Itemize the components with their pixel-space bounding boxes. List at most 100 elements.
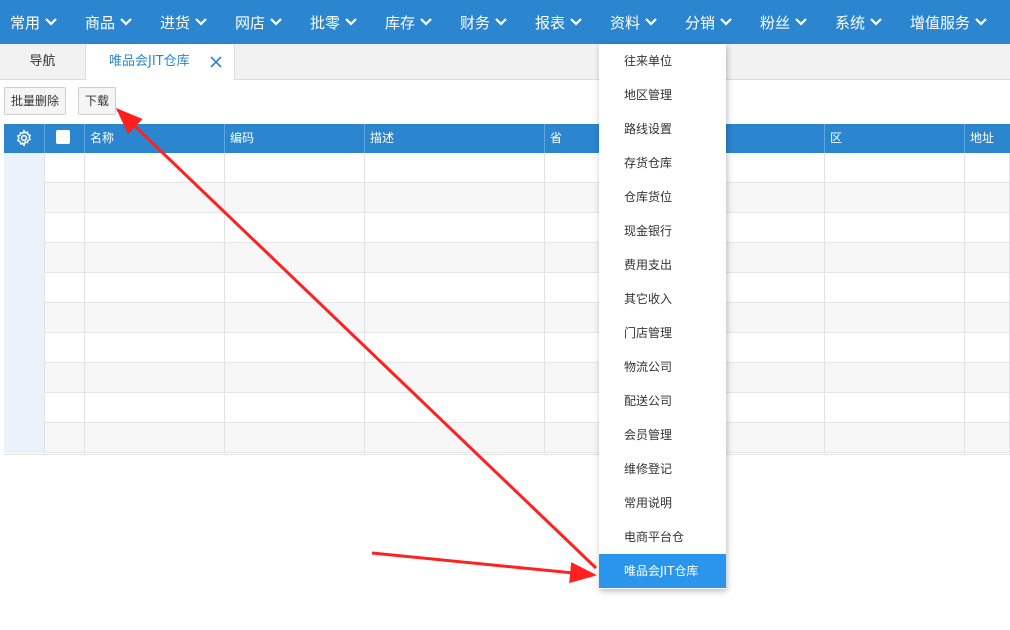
column-header-district[interactable]: 区 — [825, 124, 965, 153]
table-cell — [45, 363, 85, 393]
nav-item-reports[interactable]: 报表 — [535, 0, 582, 44]
nav-label: 进货 — [160, 14, 191, 32]
menu-item-expenses[interactable]: 费用支出 — [599, 248, 726, 282]
chevron-down-icon — [270, 17, 282, 26]
nav-label: 系统 — [835, 14, 866, 32]
column-settings[interactable] — [4, 124, 45, 153]
menu-item-member-management[interactable]: 会员管理 — [599, 418, 726, 452]
menu-item-cash-bank[interactable]: 现金银行 — [599, 214, 726, 248]
menu-item-stock-warehouse[interactable]: 存货仓库 — [599, 146, 726, 180]
nav-item-common[interactable]: 常用 — [10, 0, 57, 44]
chevron-down-icon — [795, 17, 807, 26]
table-cell — [365, 363, 545, 393]
nav-item-system[interactable]: 系统 — [835, 0, 882, 44]
menu-item-ecommerce-platform-warehouse[interactable]: 电商平台仓 — [599, 520, 726, 554]
table-cell — [45, 393, 85, 423]
table-cell — [225, 243, 365, 273]
menu-item-region-management[interactable]: 地区管理 — [599, 78, 726, 112]
chevron-down-icon — [570, 17, 582, 26]
table-cell — [225, 213, 365, 243]
table-cell — [45, 153, 85, 183]
nav-label: 常用 — [10, 14, 41, 32]
tab-bar: 导航 唯品会JIT仓库 — [0, 44, 1010, 80]
gear-icon[interactable] — [15, 129, 33, 147]
nav-label: 增值服务 — [910, 14, 971, 32]
menu-item-contacts[interactable]: 往来单位 — [599, 44, 726, 78]
column-header-name[interactable]: 名称 — [85, 124, 225, 153]
nav-item-purchase[interactable]: 进货 — [160, 0, 207, 44]
table-cell — [365, 333, 545, 363]
batch-delete-button[interactable]: 批量删除 — [4, 87, 67, 115]
menu-item-route-settings[interactable]: 路线设置 — [599, 112, 726, 146]
menu-item-store-management[interactable]: 门店管理 — [599, 316, 726, 350]
table-cell — [365, 243, 545, 273]
chevron-down-icon — [870, 17, 882, 26]
table-cell — [4, 333, 45, 363]
table-cell — [85, 423, 225, 453]
table-cell — [225, 363, 365, 393]
table-cell — [45, 213, 85, 243]
menu-item-common-notes[interactable]: 常用说明 — [599, 486, 726, 520]
table-row[interactable] — [4, 153, 1010, 183]
menu-item-repair-registration[interactable]: 维修登记 — [599, 452, 726, 486]
table-row[interactable] — [4, 303, 1010, 333]
download-button[interactable]: 下载 — [78, 87, 117, 115]
select-all-checkbox[interactable] — [56, 130, 70, 144]
menu-item-other-income[interactable]: 其它收入 — [599, 282, 726, 316]
menu-item-vip-jit-warehouse[interactable]: 唯品会JIT仓库 — [599, 554, 726, 588]
nav-item-wholesale-retail[interactable]: 批零 — [310, 0, 357, 44]
table-cell — [4, 243, 45, 273]
table-row[interactable] — [4, 273, 1010, 303]
nav-item-fans[interactable]: 粉丝 — [760, 0, 807, 44]
nav-item-finance[interactable]: 财务 — [460, 0, 507, 44]
tab-vip-jit-warehouse[interactable]: 唯品会JIT仓库 — [85, 44, 235, 80]
chevron-down-icon — [420, 17, 432, 26]
close-icon[interactable] — [210, 56, 222, 68]
grid-header: 名称 编码 描述 省 区 地址 — [4, 124, 1010, 153]
table-cell — [85, 303, 225, 333]
table-cell — [965, 333, 1010, 363]
table-cell — [365, 273, 545, 303]
nav-item-data[interactable]: 资料 — [610, 0, 657, 44]
table-cell — [965, 363, 1010, 393]
table-cell — [365, 393, 545, 423]
table-row[interactable] — [4, 393, 1010, 423]
table-row[interactable] — [4, 183, 1010, 213]
column-header-address[interactable]: 地址 — [965, 124, 1010, 153]
nav-item-inventory[interactable]: 库存 — [385, 0, 432, 44]
top-nav-bar: 常用 商品 进货 网店 批零 库存 财务 报表 资料 分销 粉丝 系统 增值服务 — [0, 0, 1010, 44]
table-cell — [965, 153, 1010, 183]
nav-item-value-added[interactable]: 增值服务 — [910, 0, 987, 44]
table-cell — [825, 333, 965, 363]
nav-label: 商品 — [85, 14, 116, 32]
table-cell — [85, 243, 225, 273]
chevron-down-icon — [495, 17, 507, 26]
table-cell — [225, 273, 365, 303]
table-cell — [4, 303, 45, 333]
table-row[interactable] — [4, 213, 1010, 243]
nav-label: 库存 — [385, 14, 416, 32]
table-cell — [225, 423, 365, 453]
table-row[interactable] — [4, 243, 1010, 273]
table-cell — [965, 273, 1010, 303]
table-cell — [45, 303, 85, 333]
tab-navigation[interactable]: 导航 — [0, 44, 85, 79]
table-row[interactable] — [4, 333, 1010, 363]
chevron-down-icon — [975, 17, 987, 26]
table-cell — [225, 153, 365, 183]
column-header-code[interactable]: 编码 — [225, 124, 365, 153]
table-cell — [825, 153, 965, 183]
menu-item-delivery-company[interactable]: 配送公司 — [599, 384, 726, 418]
table-cell — [4, 183, 45, 213]
table-cell — [965, 393, 1010, 423]
table-row[interactable] — [4, 423, 1010, 453]
column-header-description[interactable]: 描述 — [365, 124, 545, 153]
menu-item-logistics-company[interactable]: 物流公司 — [599, 350, 726, 384]
table-cell — [85, 183, 225, 213]
nav-item-distribution[interactable]: 分销 — [685, 0, 732, 44]
table-cell — [4, 363, 45, 393]
menu-item-warehouse-location[interactable]: 仓库货位 — [599, 180, 726, 214]
nav-item-online-store[interactable]: 网店 — [235, 0, 282, 44]
nav-item-goods[interactable]: 商品 — [85, 0, 132, 44]
table-row[interactable] — [4, 363, 1010, 393]
